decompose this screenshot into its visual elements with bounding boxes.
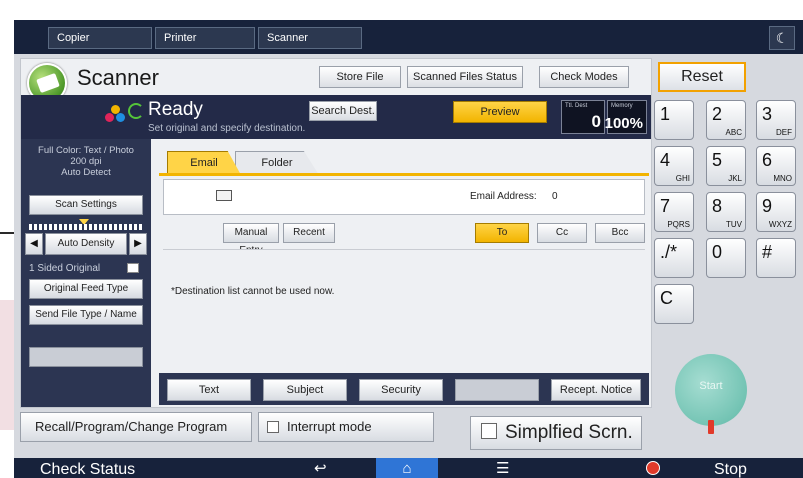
function-bar: Copier Printer Scanner ☾	[14, 20, 803, 54]
key-dot-star[interactable]: ./*	[654, 238, 694, 278]
key-6[interactable]: 6 MNO	[756, 146, 796, 186]
scanner-screen: Scanner Store File Scanned Files Status …	[14, 54, 803, 458]
start-button[interactable]: Start	[675, 354, 747, 434]
recall-program-button[interactable]: Recall/Program/Change Program	[20, 412, 252, 442]
security-button[interactable]: Security	[359, 379, 443, 401]
scan-settings-button[interactable]: Scan Settings	[29, 195, 143, 215]
original-orientation-icon	[127, 263, 139, 273]
start-indicator-icon	[708, 420, 714, 434]
original-feed-type-button[interactable]: Original Feed Type	[29, 279, 143, 299]
email-envelope-icon	[216, 190, 232, 201]
color-toner-icon	[105, 105, 125, 123]
scanner-panel: Scanner Store File Scanned Files Status …	[20, 58, 652, 408]
key-4[interactable]: 4 GHI	[654, 146, 694, 186]
status-text: Ready	[148, 99, 203, 120]
total-dest-counter: Ttl. Dest 0	[561, 100, 605, 134]
density-control: ◀ Auto Density ▶	[25, 233, 147, 255]
menu-icon[interactable]: ☰	[496, 458, 509, 478]
interrupt-mode-label: Interrupt mode	[287, 419, 372, 434]
destination-field[interactable]: Email Address: 0	[163, 179, 645, 215]
sided-original-label: 1 Sided Original	[29, 263, 101, 274]
density-decrease-icon[interactable]: ◀	[25, 233, 43, 255]
blank-option-button	[455, 379, 539, 401]
option-button-strip: Text Subject Security Recept. Notice	[159, 373, 649, 405]
key-9[interactable]: 9 WXYZ	[756, 192, 796, 232]
simplified-screen-label: Simplfied Scrn.	[505, 422, 633, 443]
store-file-button[interactable]: Store File	[319, 66, 401, 88]
key-5[interactable]: 5 JKL	[706, 146, 746, 186]
interrupt-mode-button[interactable]: Interrupt mode	[258, 412, 434, 442]
reset-button[interactable]: Reset	[658, 62, 746, 92]
bottom-nav: Check Status ↩ ⌂ ☰ Stop	[14, 458, 803, 478]
tab-folder[interactable]: Folder	[235, 151, 319, 175]
home-icon[interactable]: ⌂	[376, 458, 438, 478]
search-dest-button[interactable]: Search Dest.	[309, 101, 377, 121]
stop-icon	[646, 461, 660, 475]
background-strip	[0, 300, 14, 430]
text-button[interactable]: Text	[167, 379, 251, 401]
tab-printer[interactable]: Printer	[155, 27, 255, 49]
start-label: Start	[699, 380, 723, 392]
tab-copier[interactable]: Copier	[48, 27, 152, 49]
key-8[interactable]: 8 TUV	[706, 192, 746, 232]
bcc-button[interactable]: Bcc	[595, 223, 645, 243]
simplified-screen-button[interactable]: Simplfied Scrn.	[470, 416, 642, 450]
destination-list: *Destination list cannot be used now.	[163, 249, 645, 369]
tab-email[interactable]: Email	[167, 151, 241, 175]
key-clear[interactable]: C	[654, 284, 694, 324]
memory-counter: Memory 100%	[605, 100, 647, 134]
key-1[interactable]: 1	[654, 100, 694, 140]
preview-button[interactable]: Preview	[453, 101, 547, 123]
destination-area: Folder Email Email Address: 0 Manual Ent…	[159, 151, 649, 405]
scanned-files-status-button[interactable]: Scanned Files Status	[407, 66, 523, 88]
destination-list-message: *Destination list cannot be used now.	[171, 286, 335, 297]
interrupt-checkbox-icon	[267, 420, 279, 433]
back-icon[interactable]: ↩	[314, 458, 327, 478]
auto-density-button[interactable]: Auto Density	[45, 233, 127, 255]
simplified-checkbox-icon	[481, 422, 497, 439]
ready-spinner-icon	[128, 103, 144, 119]
email-address-label: Email Address:	[470, 191, 537, 202]
tab-underline	[159, 173, 649, 176]
key-0[interactable]: 0	[706, 238, 746, 278]
scan-mode-info: Full Color: Text / Photo 200 dpi Auto De…	[38, 145, 134, 178]
density-increase-icon[interactable]: ▶	[129, 233, 147, 255]
check-modes-button[interactable]: Check Modes	[539, 66, 629, 88]
empty-slot-button	[29, 347, 143, 367]
moon-icon[interactable]: ☾	[769, 26, 795, 50]
to-button[interactable]: To	[475, 223, 529, 243]
status-subtext: Set original and specify destination.	[148, 123, 306, 134]
send-file-type-button[interactable]: Send File Type / Name	[29, 305, 143, 325]
recent-button[interactable]: Recent	[283, 223, 335, 243]
density-scale	[29, 224, 143, 230]
recept-notice-button[interactable]: Recept. Notice	[551, 379, 641, 401]
check-status-button[interactable]: Check Status	[40, 458, 135, 478]
scan-settings-panel: Full Color: Text / Photo 200 dpi Auto De…	[21, 139, 151, 407]
manual-entry-button[interactable]: Manual Entry	[223, 223, 279, 256]
key-hash[interactable]: #	[756, 238, 796, 278]
key-3[interactable]: 3 DEF	[756, 100, 796, 140]
key-2[interactable]: 2 ABC	[706, 100, 746, 140]
status-bar: Ready Set original and specify destinati…	[21, 95, 651, 139]
cc-button[interactable]: Cc	[537, 223, 587, 243]
app-title: Scanner	[77, 65, 159, 90]
tab-scanner[interactable]: Scanner	[258, 27, 362, 49]
email-address-count: 0	[552, 191, 558, 202]
key-7[interactable]: 7 PQRS	[654, 192, 694, 232]
subject-button[interactable]: Subject	[263, 379, 347, 401]
operation-panel: Copier Printer Scanner ☾ Scanner Store F…	[0, 0, 803, 478]
stop-button[interactable]: Stop	[714, 458, 747, 478]
